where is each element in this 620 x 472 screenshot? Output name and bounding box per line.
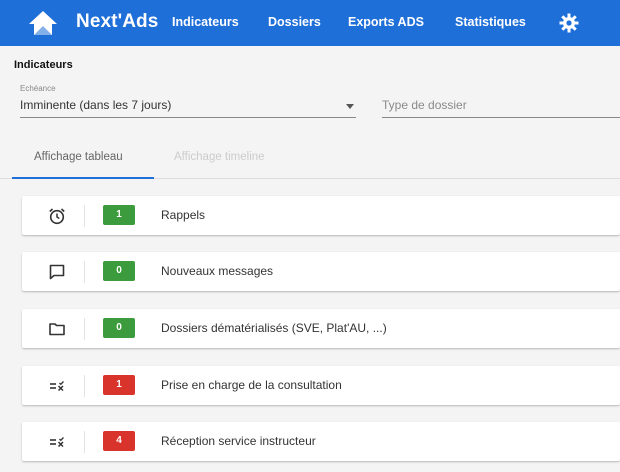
row-separator (84, 431, 85, 453)
row-separator (84, 375, 85, 397)
message-icon (49, 264, 65, 280)
indicator-label: Nouveaux messages (161, 264, 274, 278)
top-navbar: Next'Ads Indicateurs Dossiers Exports AD… (0, 0, 620, 46)
active-tab-indicator (12, 177, 154, 179)
house-logo-icon[interactable] (28, 9, 58, 37)
tab-affichage-timeline[interactable]: Affichage timeline (174, 151, 265, 163)
count-badge: 0 (103, 318, 135, 338)
row-separator (84, 318, 85, 340)
echeance-label: Echéance (20, 84, 56, 93)
app-name[interactable]: Next'Ads (76, 11, 158, 33)
page-title: Indicateurs (14, 59, 73, 71)
indicator-label: Dossiers dématérialisés (SVE, Plat'AU, .… (161, 321, 387, 335)
indicator-row-dossiers-dematerialises[interactable]: 0 Dossiers dématérialisés (SVE, Plat'AU,… (22, 309, 620, 348)
indicator-label: Prise en charge de la consultation (161, 378, 342, 392)
count-badge: 1 (103, 375, 135, 395)
tab-affichage-tableau[interactable]: Affichage tableau (34, 151, 123, 163)
list-check-icon (50, 437, 64, 448)
indicator-row-rappels[interactable]: 1 Rappels (22, 196, 620, 235)
row-separator (84, 261, 85, 283)
indicator-row-reception-service[interactable]: 4 Réception service instructeur (22, 422, 620, 461)
list-check-icon (50, 381, 64, 392)
count-badge: 1 (103, 205, 135, 225)
nav-exports-ads[interactable]: Exports ADS (348, 15, 424, 29)
indicator-label: Réception service instructeur (161, 434, 316, 448)
nav-indicateurs[interactable]: Indicateurs (172, 15, 239, 29)
echeance-value: Imminente (dans les 7 jours) (20, 98, 172, 112)
echeance-select[interactable]: Imminente (dans les 7 jours) (20, 95, 356, 118)
indicator-label: Rappels (161, 208, 206, 222)
folder-icon (49, 323, 65, 336)
nav-dossiers[interactable]: Dossiers (268, 15, 321, 29)
count-badge: 4 (103, 431, 135, 451)
type-dossier-input[interactable]: Type de dossier (382, 95, 620, 118)
alarm-clock-icon (49, 208, 65, 225)
gear-icon[interactable] (559, 13, 579, 33)
row-separator (84, 205, 85, 227)
nav-statistiques[interactable]: Statistiques (455, 15, 526, 29)
indicator-row-nouveaux-messages[interactable]: 0 Nouveaux messages (22, 252, 620, 291)
type-dossier-placeholder: Type de dossier (382, 98, 467, 112)
chevron-down-icon[interactable] (346, 104, 354, 109)
indicator-row-prise-en-charge[interactable]: 1 Prise en charge de la consultation (22, 366, 620, 405)
count-badge: 0 (103, 261, 135, 281)
